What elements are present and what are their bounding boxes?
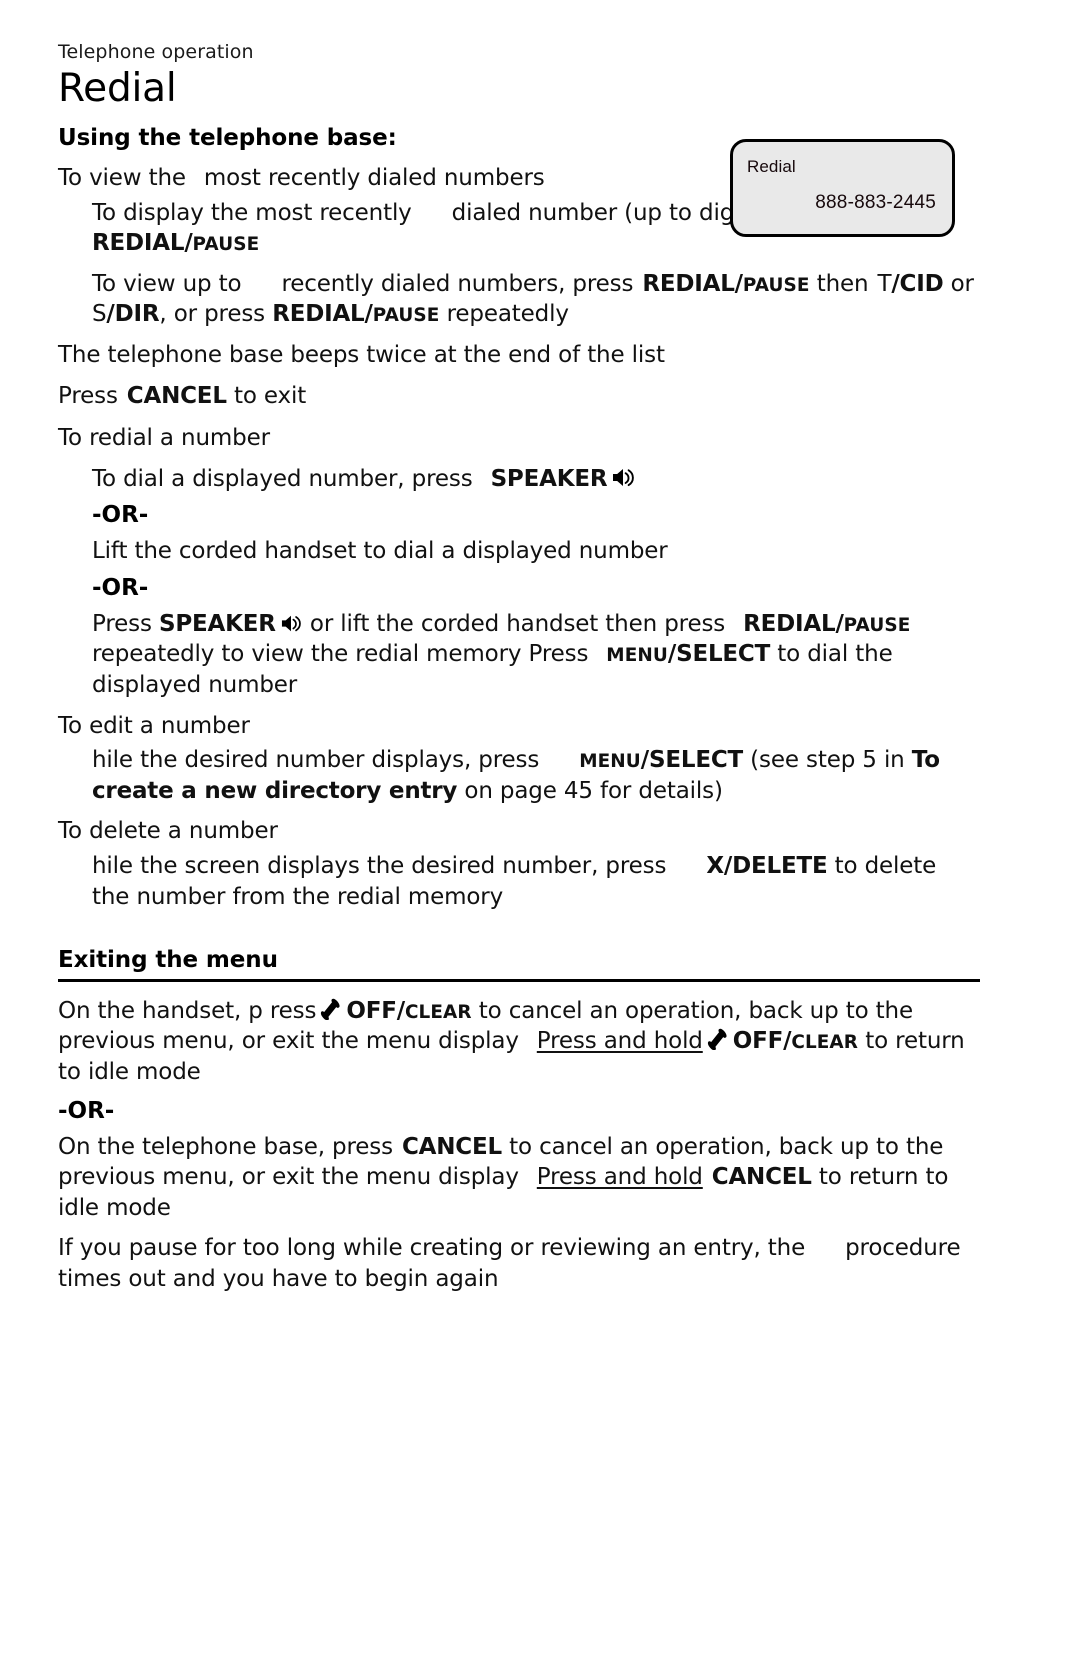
key-dir: /DIR [106, 301, 160, 328]
paragraph-exit-base: On the telephone base, press CANCEL to ca… [58, 1132, 980, 1224]
document-page: Telephone operation Redial Redial 888-88… [0, 0, 1080, 1665]
key-pause-sub-4: PAUSE [843, 614, 911, 636]
text-press: Press [58, 382, 118, 409]
text-repeatedly-view: repeatedly to view the redial memory Pre… [92, 641, 589, 668]
key-redial-main-3: REDIAL/ [272, 301, 373, 328]
text-edit-1: hile the desired number displays, press [92, 747, 540, 774]
paragraph-press-cancel-exit: Press CANCEL to exit [58, 381, 980, 412]
paragraph-press-speaker-redial: Press SPEAKER or lift the corded handset… [92, 609, 980, 701]
text-dial-displayed: To dial a displayed number, press [92, 465, 473, 492]
key-cancel-3: CANCEL [711, 1164, 812, 1191]
text-delete-1: hile the screen displays the desired num… [92, 852, 667, 879]
key-menu-sub-2: MENU [579, 751, 641, 773]
key-s: S [92, 301, 107, 328]
paragraph-view-up-to: To view up to recently dialed numbers, pr… [92, 269, 980, 330]
text-press-and-hold-underlined: Press and hold [536, 1028, 703, 1055]
or-separator-1: -OR- [92, 502, 149, 529]
key-s-dir: S/DIR [92, 301, 160, 328]
paragraph-edit-body: hile the desired number displays, press M… [92, 745, 980, 806]
key-cancel: CANCEL [126, 382, 227, 409]
paragraph-heading-delete-number: To delete a number [58, 818, 278, 845]
key-redial-pause-3: REDIAL/PAUSE [272, 301, 439, 327]
speaker-icon [280, 614, 302, 633]
paragraph-beeps: The telephone base beeps twice at the en… [58, 342, 665, 368]
key-redial-pause: REDIAL/PAUSE [92, 230, 259, 256]
key-redial-main-4: REDIAL/ [743, 610, 844, 637]
handset-icon [705, 1028, 729, 1051]
paragraph-lift-handset: Lift the corded handset to dial a displa… [92, 538, 668, 565]
text-or-press: , or press [159, 301, 266, 328]
text-view-up-to-2: recently dialed numbers, press [281, 270, 634, 297]
key-select-main: /SELECT [667, 641, 771, 668]
page-title: Redial [58, 65, 177, 111]
key-redial-main-2: REDIAL/ [642, 270, 743, 297]
key-pause-sub-3: PAUSE [372, 305, 440, 327]
text-or-lift: or lift the corded handset then press [309, 610, 726, 637]
paragraph-heading-edit-number: To edit a number [58, 712, 250, 739]
key-pause-sub-2: PAUSE [742, 274, 810, 296]
text-page-ref: on page 45 for details) [464, 777, 723, 804]
text-then: then [816, 270, 869, 297]
key-menu-sub: MENU [606, 645, 668, 667]
key-x-delete: X/DELETE [706, 852, 828, 879]
text-press-2: Press [92, 610, 152, 637]
key-speaker-2: SPEAKER [158, 610, 276, 637]
running-head: Telephone operation [58, 41, 254, 63]
paragraph-delete-body: hile the screen displays the desired num… [92, 851, 980, 912]
key-cid: /CID [891, 270, 944, 297]
key-menu-select-2: MENU/SELECT [579, 747, 743, 773]
text-view-intro-post: most recently dialed numbers [203, 165, 545, 192]
key-redial-pause-4: REDIAL/PAUSE [743, 611, 910, 637]
speaker-icon [611, 467, 635, 488]
text-press-and-hold-underlined-2: Press and hold [536, 1164, 703, 1191]
paragraph-exit-handset: On the handset, p ress OFF/CLEAR to cance… [58, 996, 980, 1088]
text-or-inline: or [950, 270, 974, 297]
key-off-clear-2: OFF/CLEAR [733, 1028, 858, 1054]
key-t: T [877, 270, 892, 297]
key-speaker: SPEAKER [490, 465, 608, 492]
or-separator-2: -OR- [92, 574, 149, 601]
key-off-main-2: OFF/ [732, 1028, 792, 1055]
key-cancel-2: CANCEL [401, 1133, 502, 1160]
text-on-handset: On the handset, p ress [58, 997, 317, 1024]
lcd-label: Redial [747, 157, 796, 176]
text-repeatedly: repeatedly [446, 301, 569, 328]
key-redial-main: REDIAL/ [92, 230, 193, 257]
paragraph-dial-displayed: To dial a displayed number, press SPEAKER [92, 464, 980, 495]
text-see-step: (see step 5 in [750, 747, 905, 774]
key-clear-sub-2: CLEAR [791, 1032, 859, 1054]
key-pause-sub: PAUSE [192, 234, 260, 256]
key-off-main: OFF/ [346, 997, 405, 1024]
text-display-recent-1: To display the most recently [92, 199, 412, 226]
lcd-number: 888-883-2445 [815, 192, 936, 213]
text-on-base: On the telephone base, press [58, 1133, 393, 1160]
key-select-main-2: /SELECT [640, 747, 743, 774]
text-view-intro-pre: To view the [58, 165, 186, 192]
text-view-up-to-1: To view up to [92, 270, 242, 297]
text-display-recent-2: dialed number (up to [451, 199, 692, 226]
section-heading-exiting-menu: Exiting the menu [58, 946, 980, 982]
handset-icon [318, 998, 342, 1020]
key-menu-select: MENU/SELECT [606, 641, 770, 667]
paragraph-heading-redial-number: To redial a number [58, 425, 270, 452]
text-timeout-1: If you pause for too long while creating… [58, 1235, 806, 1262]
lcd-screen: Redial 888-883-2445 [730, 139, 955, 237]
key-redial-pause-2: REDIAL/PAUSE [642, 271, 809, 297]
or-separator-3: -OR- [58, 1097, 115, 1124]
key-off-clear: OFF/CLEAR [346, 998, 471, 1024]
text-to-exit: to exit [233, 382, 307, 409]
key-t-cid: T/CID [877, 271, 943, 297]
lcd-display-figure: Redial 888-883-2445 [730, 139, 955, 237]
paragraph-timeout: If you pause for too long while creating… [58, 1233, 980, 1294]
key-clear-sub: CLEAR [404, 1001, 472, 1023]
